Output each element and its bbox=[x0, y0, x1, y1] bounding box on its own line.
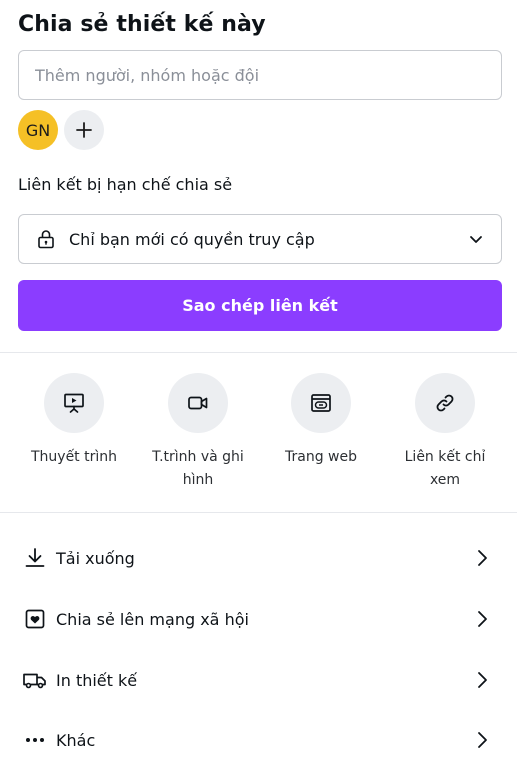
share-panel: Chia sẻ thiết kế này GN Liên kết bị hạn … bbox=[0, 0, 517, 768]
action-download[interactable]: Tải xuống bbox=[18, 536, 502, 580]
access-value: Chỉ bạn mới có quyền truy cập bbox=[69, 229, 315, 249]
add-person-button[interactable] bbox=[64, 110, 104, 150]
link-icon bbox=[436, 394, 454, 412]
option-label: Trang web bbox=[285, 449, 357, 465]
option-label: Liên kết chỉ xem bbox=[404, 449, 486, 488]
chevron-right-icon bbox=[472, 668, 492, 692]
video-camera-icon bbox=[188, 396, 208, 410]
option-icon-circle bbox=[415, 373, 475, 433]
more-icon bbox=[20, 725, 50, 755]
heart-icon bbox=[20, 604, 50, 634]
action-more[interactable]: Khác bbox=[18, 718, 502, 762]
avatar-initials: GN bbox=[25, 120, 51, 140]
divider bbox=[0, 512, 517, 513]
truck-icon bbox=[20, 665, 50, 695]
option-label: T.trình và ghi hình bbox=[152, 449, 244, 488]
chevron-right-icon bbox=[472, 546, 492, 570]
option-presentation[interactable]: Thuyết trình bbox=[14, 373, 134, 469]
link-section-label: Liên kết bị hạn chế chia sẻ bbox=[18, 175, 233, 194]
website-icon bbox=[311, 394, 331, 412]
lock-icon bbox=[35, 228, 57, 250]
chevron-down-icon bbox=[467, 230, 485, 248]
action-share-social[interactable]: Chia sẻ lên mạng xã hội bbox=[18, 597, 502, 641]
option-view-only-link[interactable]: Liên kết chỉ xem bbox=[385, 373, 505, 492]
option-present-record[interactable]: T.trình và ghi hình bbox=[138, 373, 258, 492]
copy-link-button[interactable]: Sao chép liên kết bbox=[18, 280, 502, 331]
access-dropdown[interactable]: Chỉ bạn mới có quyền truy cập bbox=[18, 214, 502, 264]
plus-icon bbox=[76, 122, 92, 138]
action-label: Tải xuống bbox=[56, 548, 135, 568]
chevron-right-icon bbox=[472, 728, 492, 752]
option-label: Thuyết trình bbox=[30, 449, 118, 465]
avatar[interactable]: GN bbox=[18, 110, 58, 150]
option-icon-circle bbox=[44, 373, 104, 433]
divider bbox=[0, 352, 517, 353]
panel-title: Chia sẻ thiết kế này bbox=[18, 12, 266, 37]
option-website[interactable]: Trang web bbox=[261, 373, 381, 469]
invite-input[interactable] bbox=[18, 50, 502, 100]
option-icon-circle bbox=[291, 373, 351, 433]
chevron-right-icon bbox=[472, 607, 492, 631]
action-label: Chia sẻ lên mạng xã hội bbox=[56, 609, 249, 629]
action-label: Khác bbox=[56, 730, 96, 750]
option-icon-circle bbox=[168, 373, 228, 433]
presentation-icon bbox=[64, 393, 84, 413]
action-label: In thiết kế bbox=[56, 670, 138, 690]
action-print-design[interactable]: In thiết kế bbox=[18, 658, 502, 702]
download-icon bbox=[20, 543, 50, 573]
